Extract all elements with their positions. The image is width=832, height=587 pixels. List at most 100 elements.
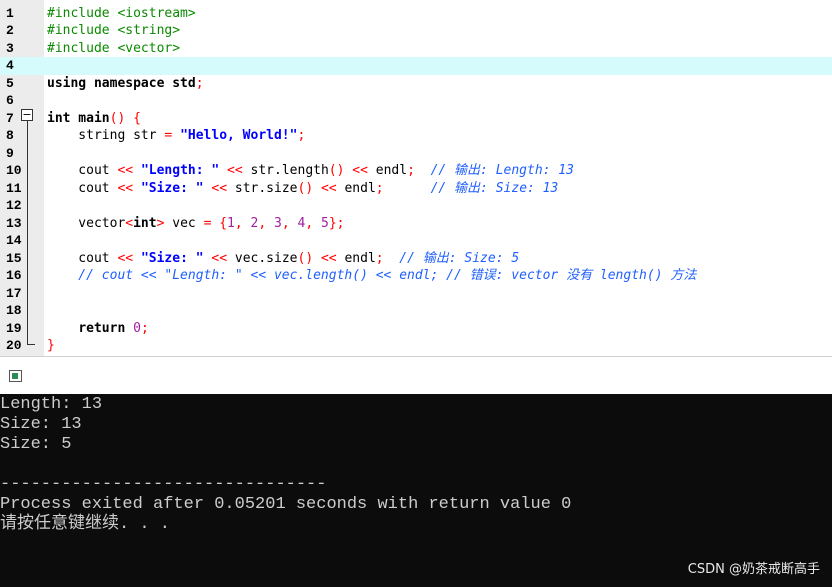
code-line[interactable]: 2 #include <string> <box>0 22 832 40</box>
code-line[interactable]: 20} <box>0 337 832 355</box>
code-line[interactable]: 16 // cout << "Length: " << vec.length()… <box>0 267 832 285</box>
code-token: < <box>125 215 134 231</box>
code-token: 1 <box>227 215 235 231</box>
code-line[interactable]: 3 #include <vector> <box>0 40 832 58</box>
line-number: 16 <box>6 268 22 283</box>
console-titlebar <box>0 356 832 394</box>
fold-collapse-icon[interactable]: − <box>21 109 33 121</box>
code-token: << <box>211 180 228 196</box>
code-token: int main <box>47 110 110 126</box>
console-line: -------------------------------- <box>0 475 327 494</box>
code-text: string str = "Hello, World!"; <box>47 127 305 145</box>
code-text: return 0; <box>47 320 148 338</box>
line-number: 17 <box>6 285 22 301</box>
code-text: } <box>47 337 55 355</box>
code-line[interactable]: 18 <box>0 302 832 320</box>
code-token: // 输出: Length: 13 <box>430 163 574 178</box>
code-text: using namespace std; <box>47 75 204 93</box>
code-token: << <box>227 163 243 178</box>
code-token: // 输出: Size: 13 <box>430 180 559 196</box>
code-token: vector <box>47 215 126 231</box>
code-token: () <box>328 163 345 178</box>
code-token: endl <box>367 163 408 178</box>
code-token: << <box>117 180 134 196</box>
code-text: cout << "Size: " << str.size() << endl; … <box>47 180 558 198</box>
code-token: << <box>211 250 228 266</box>
console-line: 请按任意键继续. . . <box>0 515 171 534</box>
code-line[interactable]: 19 return 0; <box>0 320 832 338</box>
code-line[interactable]: 5 using namespace std; <box>0 75 832 93</box>
code-line[interactable]: 4 <box>0 57 832 75</box>
fold-region-end <box>27 344 35 345</box>
code-editor[interactable]: 1 #include <iostream> 2 #include <string> 3 #… <box>0 0 832 356</box>
line-number: 8 <box>6 128 14 143</box>
code-text: // cout << "Length: " << vec.length() <<… <box>47 267 696 285</box>
code-token: vec.size <box>227 250 298 266</box>
code-line[interactable]: 14 <box>0 232 832 250</box>
code-line[interactable]: 1 #include <iostream> <box>0 5 832 23</box>
code-token: () { <box>109 110 141 126</box>
code-line[interactable]: 17 <box>0 285 832 303</box>
code-token: cout <box>47 180 118 196</box>
console-line: Process exited after 0.05201 seconds wit… <box>0 495 572 514</box>
console-line: Size: 13 <box>0 415 82 434</box>
line-number: 11 <box>6 180 22 196</box>
line-number: 4 <box>6 58 14 73</box>
code-token: 3 <box>274 215 282 231</box>
code-token: << <box>352 163 368 178</box>
line-number: 14 <box>6 233 22 248</box>
fold-region-line <box>27 121 28 345</box>
line-number: 1 <box>6 5 14 21</box>
line-number: 3 <box>6 40 14 56</box>
code-token: "Length: " <box>140 163 220 178</box>
console-output[interactable]: Length: 13 Size: 13 Size: 5 ---------------… <box>0 394 832 587</box>
code-line[interactable]: 13 vector<int> vec = {1, 2, 3, 4, 5}; <box>0 215 832 233</box>
code-line[interactable]: 7 int main() { <box>0 110 832 128</box>
code-token: #include <string> <box>47 23 181 38</box>
line-number: 10 <box>6 163 22 178</box>
code-line[interactable]: 6 <box>0 92 832 110</box>
code-token: str.size <box>227 180 298 196</box>
code-token: ; <box>195 75 204 91</box>
code-token: ; <box>375 250 384 266</box>
code-line[interactable]: 9 <box>0 145 832 163</box>
code-line[interactable]: 11 cout << "Size: " << str.size() << end… <box>0 180 832 198</box>
code-line[interactable]: 15 cout << "Size: " << vec.size() << end… <box>0 250 832 268</box>
code-token: "Size: " <box>140 250 204 266</box>
code-token: , <box>234 215 251 231</box>
code-token: return <box>78 320 126 336</box>
code-line[interactable]: 12 <box>0 197 832 215</box>
line-number: 6 <box>6 93 14 108</box>
console-line: Length: 13 <box>0 395 103 414</box>
code-token: // 输出: Size: 5 <box>399 250 520 266</box>
code-line[interactable]: 10 cout << "Length: " << str.length() <<… <box>0 162 832 180</box>
code-text: cout << "Length: " << str.length() << en… <box>47 162 574 180</box>
code-token: "Hello, World!" <box>180 128 298 143</box>
code-token: , <box>281 215 298 231</box>
code-token: cout <box>47 163 118 178</box>
code-token: << <box>117 250 134 266</box>
code-token: ; <box>297 128 306 143</box>
code-token: cout <box>47 250 118 266</box>
code-token: vec <box>164 215 204 231</box>
watermark: CSDN @奶茶戒断高手 <box>687 562 820 577</box>
code-token: { <box>219 215 228 231</box>
code-token: } <box>47 338 55 353</box>
code-token: using namespace std <box>47 75 196 91</box>
line-number: 13 <box>6 215 22 231</box>
code-token: 5 <box>320 215 329 231</box>
code-token: () <box>297 180 314 196</box>
code-line[interactable]: 8 string str = "Hello, World!"; <box>0 127 832 145</box>
code-token: << <box>320 250 337 266</box>
code-text: cout << "Size: " << vec.size() << endl; … <box>47 250 519 268</box>
line-number: 15 <box>6 250 22 266</box>
code-token: // cout << "Length: " << vec.length() <<… <box>47 268 697 283</box>
code-token: << <box>117 163 134 178</box>
